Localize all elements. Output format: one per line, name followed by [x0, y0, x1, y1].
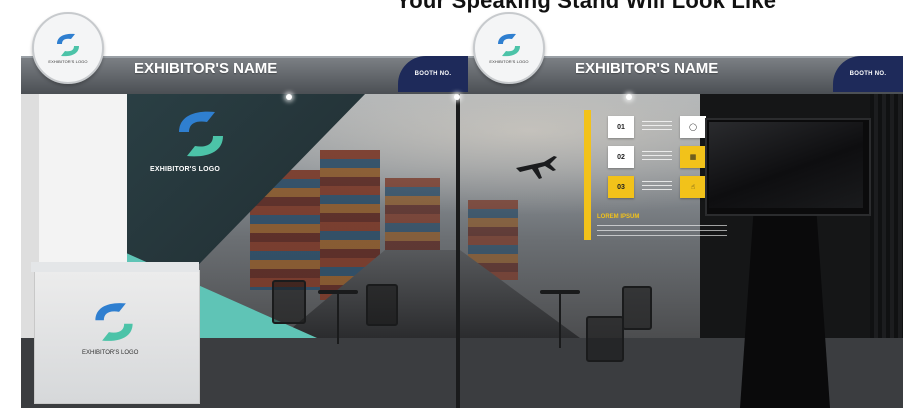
spotlight	[454, 94, 460, 100]
booth-number-right: BOOTH NO.	[833, 56, 903, 92]
info-body-text	[597, 225, 727, 239]
page-caption: Your Speaking Stand Will Look Like	[396, 0, 777, 13]
step-text-3	[642, 181, 672, 193]
step-box-3: 03	[608, 176, 634, 198]
tv-stand	[740, 212, 830, 408]
info-heading: LOREM IPSUM	[597, 214, 640, 220]
chair	[272, 280, 306, 324]
table-leg	[337, 294, 339, 344]
exhibitor-name-right: EXHIBITOR'S NAME	[575, 60, 719, 77]
logo-disc-left: EXHIBITOR'S LOGO	[32, 12, 104, 84]
booth-number-left: BOOTH NO.	[398, 56, 468, 92]
exhibitor-name-left: EXHIBITOR'S NAME	[134, 60, 278, 77]
wall-logo-label: EXHIBITOR'S LOGO	[150, 166, 221, 173]
chair	[366, 284, 398, 326]
bulb-icon: ◯	[680, 116, 706, 138]
chart-icon: ▦	[680, 146, 706, 168]
counter-top	[31, 262, 199, 272]
step-box-1: 01	[608, 116, 634, 138]
chair	[622, 286, 652, 330]
step-text-1	[642, 121, 672, 133]
divider-post	[456, 92, 460, 408]
accent-bar	[584, 110, 591, 240]
wall-logo-icon	[179, 111, 223, 157]
disc-logo-label: EXHIBITOR'S LOGO	[48, 59, 88, 64]
step-text-2	[642, 151, 672, 163]
exhibitor-logo-icon	[57, 33, 79, 57]
airplane-icon	[516, 156, 557, 179]
step-box-2: 02	[608, 146, 634, 168]
counter-logo-icon	[95, 303, 133, 341]
exhibitor-logo-icon	[498, 33, 520, 57]
hand-icon: ☝	[680, 176, 706, 198]
table-leg	[559, 294, 561, 348]
spotlight	[626, 94, 632, 100]
disc-logo-label: EXHIBITOR'S LOGO	[489, 59, 529, 64]
chair	[586, 316, 624, 362]
counter-logo-label: EXHIBITOR'S LOGO	[82, 350, 139, 356]
spotlight	[286, 94, 292, 100]
tv-screen	[709, 122, 863, 208]
logo-disc-right: EXHIBITOR'S LOGO	[473, 12, 545, 84]
